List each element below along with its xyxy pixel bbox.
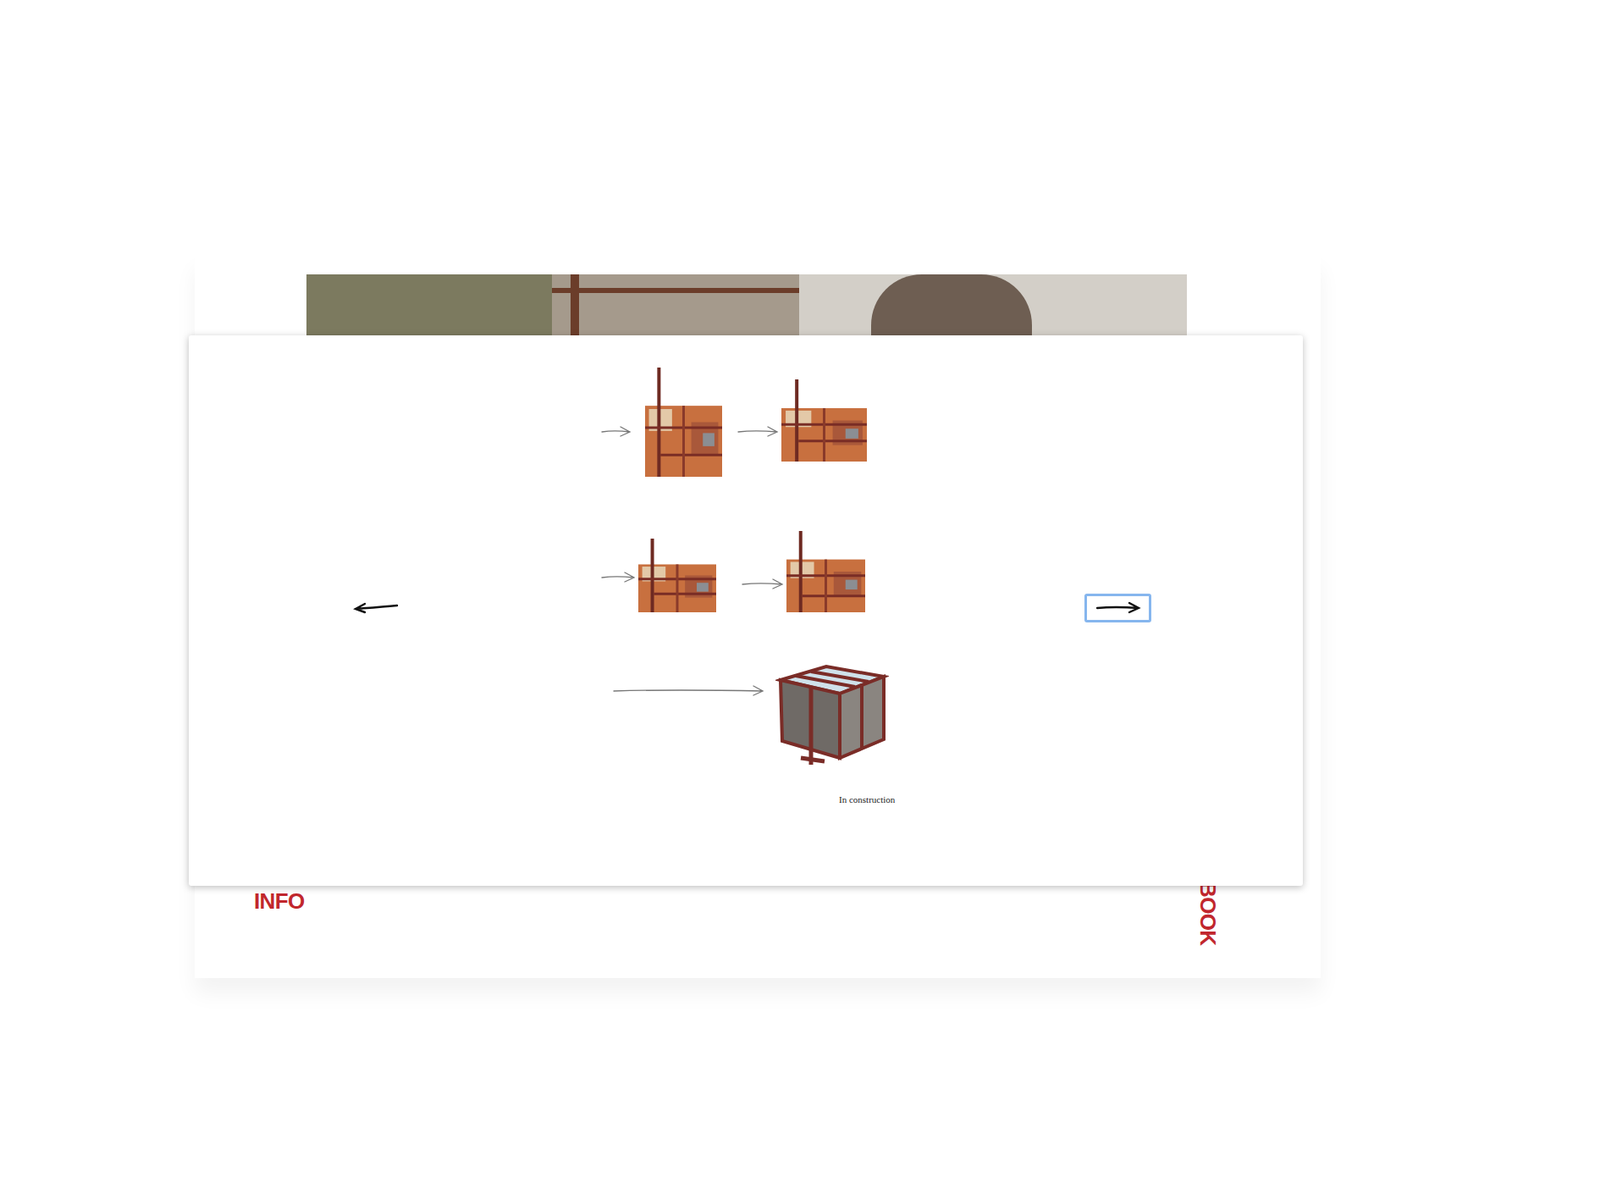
arrow-icon bbox=[736, 423, 780, 441]
prev-button[interactable] bbox=[347, 591, 404, 623]
header-photo bbox=[306, 274, 1187, 343]
arrow-left-icon bbox=[353, 598, 399, 616]
arrow-icon bbox=[612, 682, 766, 700]
page: INFO BOOK In construction bbox=[0, 0, 1600, 1200]
nav-book[interactable]: BOOK bbox=[1197, 881, 1220, 941]
frame-photo bbox=[786, 530, 866, 613]
arrow-right-icon bbox=[1095, 599, 1142, 617]
structure-photo bbox=[775, 662, 889, 771]
frame-photo bbox=[645, 367, 723, 477]
arrow-icon bbox=[600, 568, 637, 586]
frame-photo bbox=[638, 538, 717, 613]
photo-cat bbox=[799, 274, 1187, 343]
photo-fabric bbox=[306, 274, 552, 343]
arrow-icon bbox=[600, 423, 633, 441]
nav-info[interactable]: INFO bbox=[253, 887, 305, 915]
arrow-icon bbox=[740, 575, 785, 593]
gallery-card: In construction bbox=[188, 335, 1303, 886]
next-button[interactable] bbox=[1084, 593, 1152, 623]
frame-photo bbox=[781, 379, 867, 462]
photo-shelf bbox=[551, 274, 800, 343]
caption: In construction bbox=[838, 793, 895, 806]
